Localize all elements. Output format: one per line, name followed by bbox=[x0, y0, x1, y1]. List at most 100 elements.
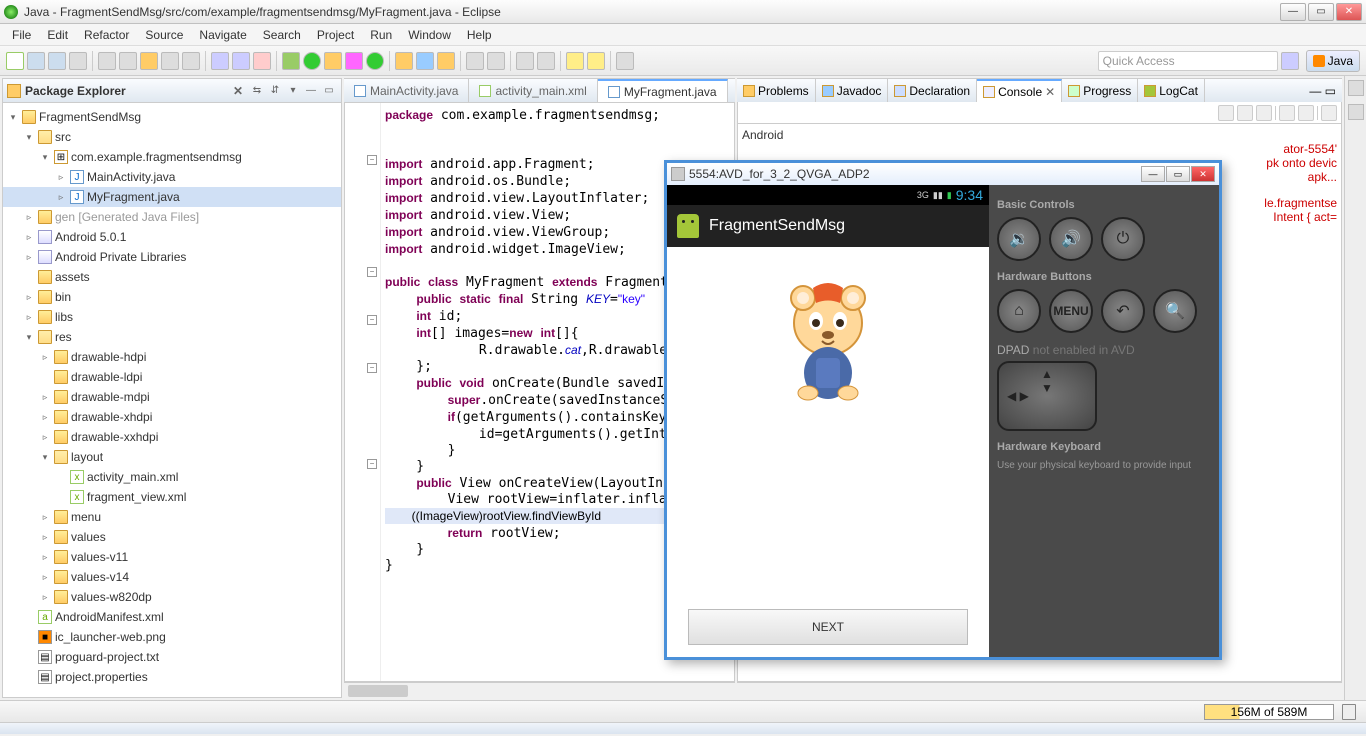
back-button[interactable]: ↶ bbox=[1101, 289, 1145, 333]
annotation-button[interactable] bbox=[537, 52, 555, 70]
console-pin-button[interactable] bbox=[1256, 105, 1272, 121]
menu-navigate[interactable]: Navigate bbox=[191, 28, 254, 42]
menu-run[interactable]: Run bbox=[362, 28, 400, 42]
volume-down-button[interactable]: 🔉 bbox=[997, 217, 1041, 261]
search-hw-button[interactable]: 🔍 bbox=[1153, 289, 1197, 333]
gc-trash-icon[interactable] bbox=[1342, 704, 1356, 720]
forward-button[interactable] bbox=[587, 52, 605, 70]
tree-private-lib[interactable]: ▹Android Private Libraries bbox=[3, 247, 341, 267]
folder-button[interactable] bbox=[140, 52, 158, 70]
print-button[interactable] bbox=[69, 52, 87, 70]
tree-proguard[interactable]: ▤proguard-project.txt bbox=[3, 647, 341, 667]
tree-layout[interactable]: ▾layout bbox=[3, 447, 341, 467]
close-button[interactable]: ✕ bbox=[1336, 3, 1362, 21]
tree-manifest[interactable]: aAndroidManifest.xml bbox=[3, 607, 341, 627]
tool-button-1[interactable] bbox=[161, 52, 179, 70]
console-horizontal-scrollbar[interactable] bbox=[737, 682, 1342, 698]
min-max-icons[interactable]: — ▭ bbox=[1303, 79, 1342, 102]
tree-menu[interactable]: ▹menu bbox=[3, 507, 341, 527]
menu-button[interactable]: MENU bbox=[1049, 289, 1093, 333]
java-perspective-button[interactable]: Java bbox=[1306, 50, 1360, 72]
run-last-button[interactable] bbox=[366, 52, 384, 70]
tab-progress[interactable]: Progress bbox=[1062, 79, 1138, 102]
tree-values-v11[interactable]: ▹values-v11 bbox=[3, 547, 341, 567]
open-perspective-button[interactable] bbox=[1281, 52, 1299, 70]
debug-button[interactable] bbox=[282, 52, 300, 70]
tab-declaration[interactable]: Declaration bbox=[888, 79, 977, 102]
tree-properties[interactable]: ▤project.properties bbox=[3, 667, 341, 687]
tree-values[interactable]: ▹values bbox=[3, 527, 341, 547]
emulator-minimize-button[interactable]: — bbox=[1141, 166, 1165, 182]
open-type-button[interactable] bbox=[466, 52, 484, 70]
editor-tab-mainactivity[interactable]: MainActivity.java bbox=[344, 79, 469, 102]
build-button[interactable] bbox=[98, 52, 116, 70]
tab-console[interactable]: Console ✕ bbox=[977, 79, 1062, 102]
quick-access-input[interactable]: Quick Access bbox=[1098, 51, 1278, 71]
run-config-button[interactable] bbox=[324, 52, 342, 70]
tree-bin[interactable]: ▹bin bbox=[3, 287, 341, 307]
save-all-button[interactable] bbox=[48, 52, 66, 70]
console-open-button[interactable] bbox=[1298, 105, 1314, 121]
tree-android[interactable]: ▹Android 5.0.1 bbox=[3, 227, 341, 247]
console-display-button[interactable] bbox=[1279, 105, 1295, 121]
external-tools-button[interactable] bbox=[345, 52, 363, 70]
tree-launcher-png[interactable]: ■ic_launcher-web.png bbox=[3, 627, 341, 647]
tree-package[interactable]: ▾⊞com.example.fragmentsendmsg bbox=[3, 147, 341, 167]
back-button[interactable] bbox=[566, 52, 584, 70]
toggle-button[interactable] bbox=[119, 52, 137, 70]
avd-manager-button[interactable] bbox=[232, 52, 250, 70]
run-button[interactable] bbox=[303, 52, 321, 70]
minimize-button[interactable]: — bbox=[1280, 3, 1306, 21]
maximize-view-icon[interactable]: ▭ bbox=[321, 83, 337, 99]
minimize-view-icon[interactable]: — bbox=[303, 83, 319, 99]
menu-file[interactable]: File bbox=[4, 28, 39, 42]
lint-button[interactable] bbox=[253, 52, 271, 70]
collapse-all-icon[interactable]: ⇆ bbox=[249, 83, 265, 99]
editor-horizontal-scrollbar[interactable] bbox=[344, 682, 735, 698]
tree-fragment-view-xml[interactable]: xfragment_view.xml bbox=[3, 487, 341, 507]
tree-drawable-mdpi[interactable]: ▹drawable-mdpi bbox=[3, 387, 341, 407]
menu-project[interactable]: Project bbox=[309, 28, 362, 42]
home-button[interactable]: ⌂ bbox=[997, 289, 1041, 333]
tree-mainactivity[interactable]: ▹JMainActivity.java bbox=[3, 167, 341, 187]
tree-myfragment[interactable]: ▹JMyFragment.java bbox=[3, 187, 341, 207]
tasks-trim-icon[interactable] bbox=[1348, 104, 1364, 120]
menu-search[interactable]: Search bbox=[255, 28, 309, 42]
tree-drawable-xhdpi[interactable]: ▹drawable-xhdpi bbox=[3, 407, 341, 427]
editor-tab-myfragment[interactable]: MyFragment.java bbox=[598, 79, 728, 102]
console-clear-button[interactable] bbox=[1218, 105, 1234, 121]
tree-activity-main-xml[interactable]: xactivity_main.xml bbox=[3, 467, 341, 487]
toggle-mark-button[interactable] bbox=[516, 52, 534, 70]
tree-drawable-hdpi[interactable]: ▹drawable-hdpi bbox=[3, 347, 341, 367]
tree-project[interactable]: ▾FragmentSendMsg bbox=[3, 107, 341, 127]
next-button[interactable]: NEXT bbox=[688, 609, 968, 645]
tab-problems[interactable]: Problems bbox=[737, 79, 816, 102]
sdk-manager-button[interactable] bbox=[211, 52, 229, 70]
console-new-button[interactable] bbox=[1321, 105, 1337, 121]
pin-button[interactable] bbox=[616, 52, 634, 70]
emulator-screen[interactable]: 3G ▮▮ ▮ 9:34 FragmentSendMsg bbox=[667, 185, 989, 657]
save-button[interactable] bbox=[27, 52, 45, 70]
link-editor-icon[interactable]: ⇵ bbox=[267, 83, 283, 99]
emulator-close-button[interactable]: ✕ bbox=[1191, 166, 1215, 182]
tree-drawable-ldpi[interactable]: drawable-ldpi bbox=[3, 367, 341, 387]
package-tree[interactable]: ▾FragmentSendMsg ▾src ▾⊞com.example.frag… bbox=[3, 103, 341, 697]
menu-help[interactable]: Help bbox=[459, 28, 500, 42]
menu-source[interactable]: Source bbox=[137, 28, 191, 42]
tree-values-v14[interactable]: ▹values-v14 bbox=[3, 567, 341, 587]
tree-values-w820[interactable]: ▹values-w820dp bbox=[3, 587, 341, 607]
view-menu-icon[interactable]: ▾ bbox=[285, 83, 301, 99]
tree-assets[interactable]: assets bbox=[3, 267, 341, 287]
search-button[interactable] bbox=[487, 52, 505, 70]
console-scroll-lock-button[interactable] bbox=[1237, 105, 1253, 121]
new-button[interactable] bbox=[6, 52, 24, 70]
power-button[interactable]: ⏻ bbox=[1101, 217, 1145, 261]
tree-res[interactable]: ▾res bbox=[3, 327, 341, 347]
menu-window[interactable]: Window bbox=[400, 28, 459, 42]
menu-edit[interactable]: Edit bbox=[39, 28, 76, 42]
emulator-maximize-button[interactable]: ▭ bbox=[1166, 166, 1190, 182]
new-folder-button[interactable] bbox=[437, 52, 455, 70]
tree-src[interactable]: ▾src bbox=[3, 127, 341, 147]
tree-drawable-xxhdpi[interactable]: ▹drawable-xxhdpi bbox=[3, 427, 341, 447]
maximize-button[interactable]: ▭ bbox=[1308, 3, 1334, 21]
